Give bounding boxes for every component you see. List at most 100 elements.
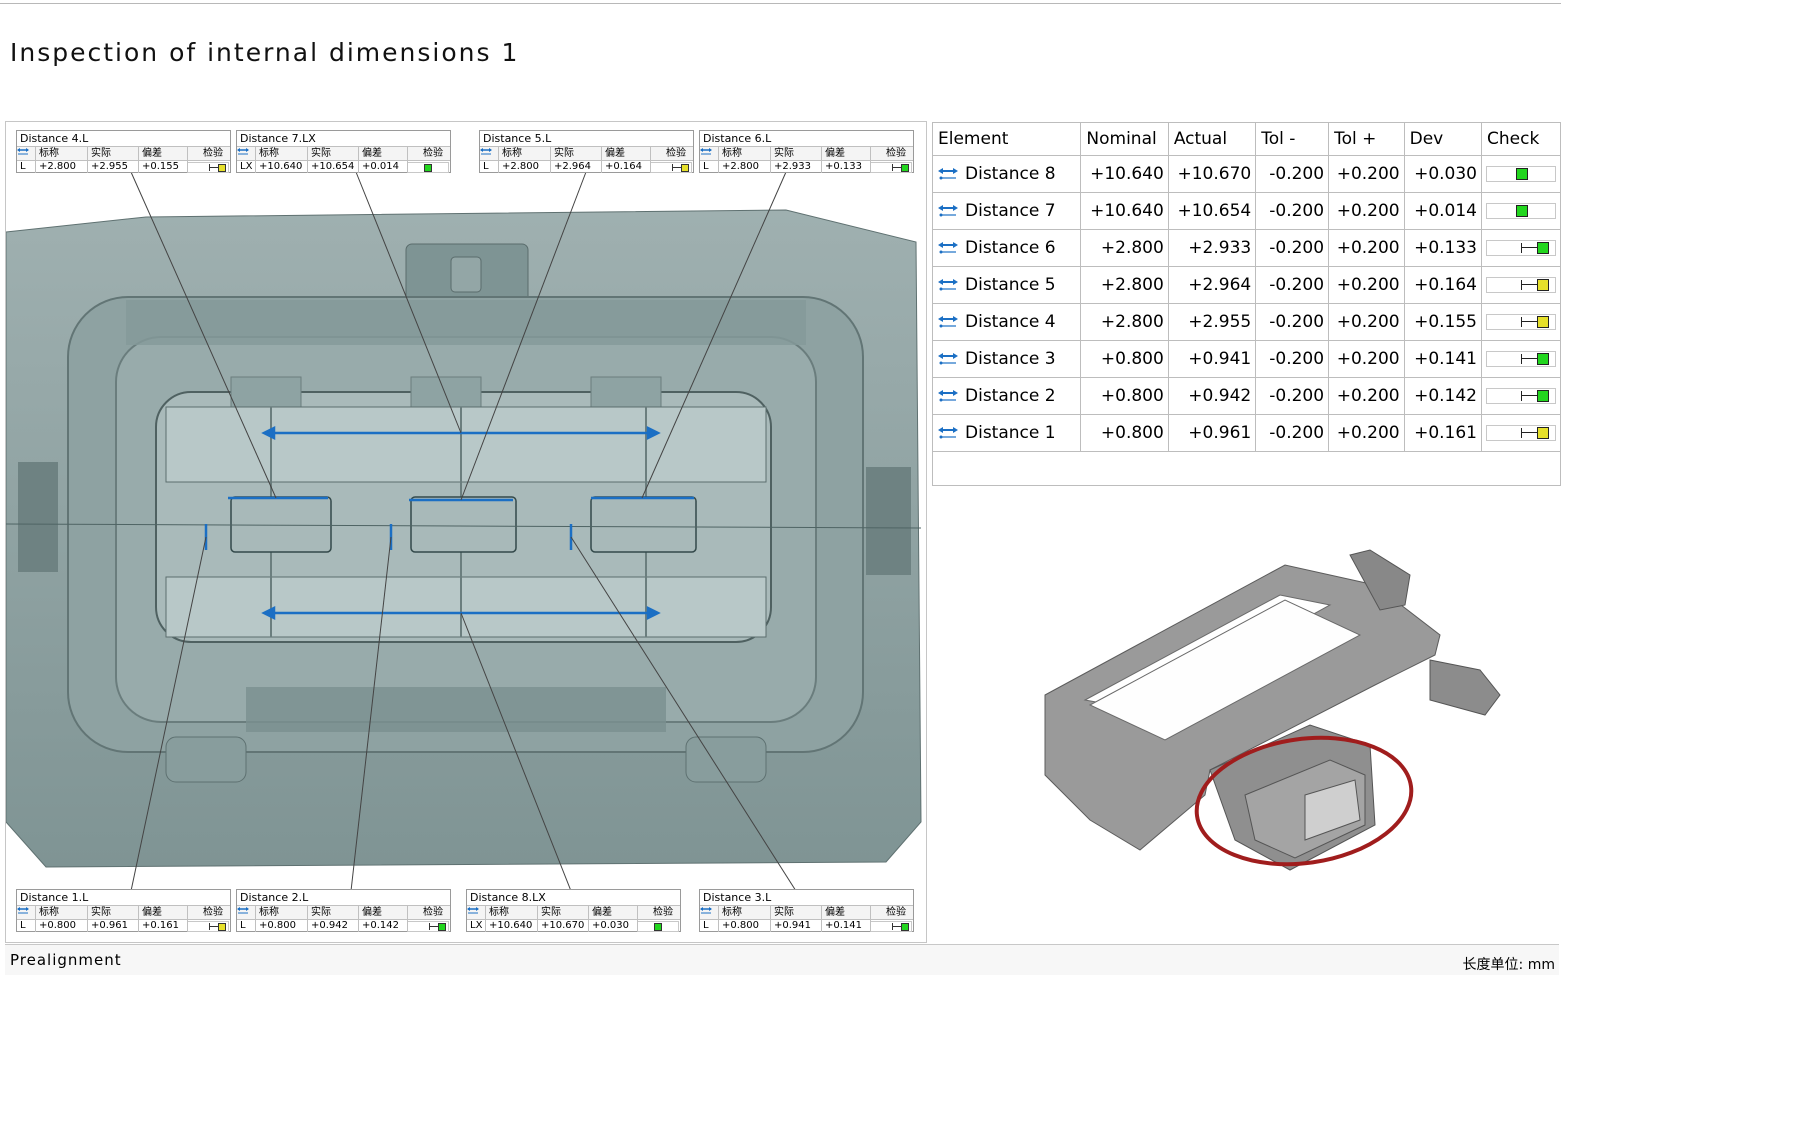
callout-header-check: 检验	[423, 907, 443, 918]
callout-title: Distance 4.L	[20, 132, 89, 145]
cell-check	[1481, 303, 1560, 341]
callout-title: Distance 1.L	[20, 891, 89, 904]
cell-check	[1481, 340, 1560, 378]
check-status-square	[1537, 427, 1549, 439]
callout-dev: +0.014	[362, 161, 400, 172]
top-rule	[0, 3, 1561, 4]
cell-dev: +0.155	[1404, 303, 1483, 341]
callout-axis: LX	[240, 161, 253, 172]
element-name: Distance 1	[965, 423, 1056, 443]
alignment-status[interactable]: Prealignment	[10, 951, 122, 969]
left-tab	[18, 462, 58, 572]
callout-header-actual: 实际	[774, 148, 794, 159]
col-tol-minus[interactable]: Tol -	[1255, 123, 1330, 156]
table-row[interactable]: Distance 6 +2.800 +2.933 -0.200 +0.200 +0.133	[933, 229, 1560, 267]
callout-header-deviation: 偏差	[605, 148, 625, 159]
scan-viewport[interactable]: Distance 4.L 标称 实际 偏差 检验 L +2.800 +2.955 +0.155 D…	[5, 121, 927, 943]
top-shelf	[126, 300, 806, 345]
col-tol-plus[interactable]: Tol +	[1328, 123, 1405, 156]
cell-check	[1481, 414, 1560, 452]
check-tick	[429, 923, 430, 930]
callout-actual: +10.654	[311, 161, 355, 172]
callout-nominal: +10.640	[489, 920, 533, 931]
callout-distance-3-l[interactable]: Distance 3.L 标称 实际 偏差 检验 L +0.800 +0.941 +0.141	[699, 889, 914, 932]
table-row[interactable]: Distance 7 +10.640 +10.654 -0.200 +0.200 +0.0…	[933, 192, 1560, 230]
callout-axis: L	[20, 920, 26, 931]
cell-actual: +0.942	[1168, 377, 1257, 415]
check-status-square	[654, 923, 662, 931]
cell-tol-minus: -0.200	[1255, 414, 1330, 452]
callout-divider	[358, 146, 359, 173]
cell-element: Distance 4	[933, 303, 1082, 341]
cell-tol-minus: -0.200	[1255, 229, 1330, 267]
cell-tol-minus: -0.200	[1255, 266, 1330, 304]
check-tick	[209, 923, 210, 930]
check-tick	[209, 164, 210, 171]
cell-actual: +2.933	[1168, 229, 1257, 267]
cell-element: Distance 5	[933, 266, 1082, 304]
callout-distance-2-l[interactable]: Distance 2.L 标称 实际 偏差 检验 L +0.800 +0.942 +0.142	[236, 889, 451, 932]
distance-icon	[700, 148, 712, 155]
table-row[interactable]: Distance 1 +0.800 +0.961 -0.200 +0.200 +0.161	[933, 414, 1560, 452]
callout-divider	[255, 905, 256, 932]
page-title: Inspection of internal dimensions 1	[10, 38, 520, 67]
callout-header: 标称 实际 偏差 检验	[17, 146, 230, 161]
part-body	[1044, 549, 1501, 871]
callout-dev: +0.133	[825, 161, 863, 172]
cell-check	[1481, 229, 1560, 267]
table-row[interactable]: Distance 3 +0.800 +0.941 -0.200 +0.200 +0.141	[933, 340, 1560, 378]
callout-header-actual: 实际	[91, 148, 111, 159]
callout-distance-4-l[interactable]: Distance 4.L 标称 实际 偏差 检验 L +2.800 +2.955 +0.155	[16, 130, 231, 173]
table-row[interactable]: Distance 8 +10.640 +10.670 -0.200 +0.200 +0.0…	[933, 155, 1560, 193]
callout-header-check: 检验	[886, 148, 906, 159]
cell-nominal: +0.800	[1080, 377, 1169, 415]
cavity-lower	[165, 576, 767, 638]
callout-distance-1-l[interactable]: Distance 1.L 标称 实际 偏差 检验 L +0.800 +0.961 +0.161	[16, 889, 231, 932]
callout-dev: +0.142	[362, 920, 400, 931]
table-row[interactable]: Distance 4 +2.800 +2.955 -0.200 +0.200 +0.155	[933, 303, 1560, 341]
cell-tol-plus: +0.200	[1328, 229, 1405, 267]
callout-distance-8-lx[interactable]: Distance 8.LX 标称 实际 偏差 检验 LX +10.640 +10.670 +0.…	[466, 889, 681, 932]
col-element[interactable]: Element	[933, 123, 1082, 156]
callout-divider	[718, 146, 719, 173]
distance-icon	[237, 907, 249, 914]
callout-divider	[770, 146, 771, 173]
col-dev[interactable]: Dev	[1404, 123, 1483, 156]
cell-element: Distance 6	[933, 229, 1082, 267]
distance-icon	[700, 907, 712, 914]
cell-actual: +0.941	[1168, 340, 1257, 378]
callout-title: Distance 7.LX	[240, 132, 316, 145]
callout-distance-7-lx[interactable]: Distance 7.LX 标称 实际 偏差 检验 LX +10.640 +10.654 +0.…	[236, 130, 451, 173]
scan-canvas	[6, 171, 922, 892]
col-actual[interactable]: Actual	[1168, 123, 1257, 156]
callout-divider	[87, 146, 88, 173]
callout-values: LX +10.640 +10.654 +0.014	[237, 160, 450, 173]
part-3d-view[interactable]	[1030, 540, 1520, 890]
table-row[interactable]: Distance 5 +2.800 +2.964 -0.200 +0.200 +0.164	[933, 266, 1560, 304]
col-nominal[interactable]: Nominal	[1080, 123, 1169, 156]
results-table: Element Nominal Actual Tol - Tol + Dev C…	[933, 123, 1560, 452]
callout-divider	[255, 146, 256, 173]
callout-distance-5-l[interactable]: Distance 5.L 标称 实际 偏差 检验 L +2.800 +2.964 +0.164	[479, 130, 694, 173]
callout-header-deviation: 偏差	[825, 907, 845, 918]
callout-distance-6-l[interactable]: Distance 6.L 标称 实际 偏差 检验 L +2.800 +2.933 +0.133	[699, 130, 914, 173]
check-tick	[892, 923, 893, 930]
cell-tol-plus: +0.200	[1328, 377, 1405, 415]
distance-icon	[467, 907, 479, 914]
callout-header-check: 检验	[203, 907, 223, 918]
col-check[interactable]: Check	[1481, 123, 1560, 156]
callout-divider	[601, 146, 602, 173]
element-name: Distance 8	[965, 164, 1056, 184]
callout-nominal: +2.800	[39, 161, 77, 172]
cell-element: Distance 2	[933, 377, 1082, 415]
cell-dev: +0.164	[1404, 266, 1483, 304]
callout-actual: +0.941	[774, 920, 812, 931]
cell-actual: +10.670	[1168, 155, 1257, 193]
callout-header: 标称 实际 偏差 检验	[17, 905, 230, 920]
table-row[interactable]: Distance 2 +0.800 +0.942 -0.200 +0.200 +0.142	[933, 377, 1560, 415]
callout-divider	[870, 146, 871, 173]
pin-slot-1	[230, 496, 332, 553]
callout-header-nominal: 标称	[259, 148, 279, 159]
callout-header-actual: 实际	[541, 907, 561, 918]
distance-icon	[237, 148, 249, 155]
